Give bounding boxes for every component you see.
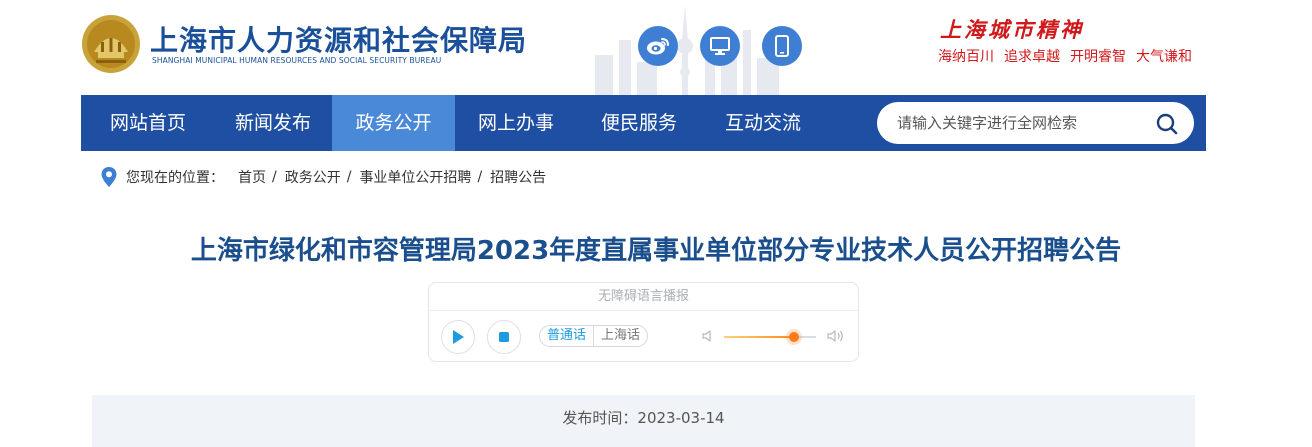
breadcrumb-gov-affairs[interactable]: 政务公开 [285,167,341,187]
desktop-icon [710,37,730,55]
article-title: 上海市绿化和市容管理局2023年度直属事业单位部分专业技术人员公开招聘公告 [190,236,1122,266]
weibo-icon [647,38,669,55]
page: 上海市人力资源和社会保障局 SHANGHAI MUNICIPAL HUMAN R… [0,0,1312,447]
site-header: 上海市人力资源和社会保障局 SHANGHAI MUNICIPAL HUMAN R… [0,0,1312,95]
slogan-item: 海纳百川 [938,49,994,65]
search-icon[interactable] [1155,112,1179,136]
lang-shanghainese-option[interactable]: 上海话 [594,326,647,346]
city-spirit-slogans: 海纳百川 追求卓越 开明睿智 大气谦和 [938,46,1202,66]
breadcrumb-recruitment-notice[interactable]: 招聘公告 [490,167,546,187]
slogan-item: 追求卓越 [1004,49,1060,65]
desktop-button[interactable] [700,26,740,66]
weibo-button[interactable] [638,26,678,66]
site-logo-subtitle: SHANGHAI MUNICIPAL HUMAN RESOURCES AND S… [152,56,442,65]
mobile-icon [775,35,789,57]
volume-slider-fill [724,336,794,338]
city-spirit-title: 上海城市精神 [940,17,1084,42]
play-icon [453,330,464,344]
slogan-item: 开明睿智 [1070,49,1126,65]
language-toggle: 普通话 上海话 [539,325,649,347]
breadcrumb-public-recruitment[interactable]: 事业单位公开招聘 [359,167,471,187]
breadcrumb-lead: 您现在的位置： [126,170,224,186]
play-button[interactable] [441,320,475,354]
volume-low-icon[interactable] [701,329,715,343]
search-input[interactable] [897,102,1147,144]
nav-item-convenience[interactable]: 便民服务 [577,95,701,151]
volume-high-icon[interactable] [827,328,845,344]
breadcrumb: 您现在的位置： 首页 / 政务公开 / 事业单位公开招聘 / 招聘公告 [100,165,546,189]
nav-item-news[interactable]: 新闻发布 [211,95,335,151]
nav-item-interaction[interactable]: 互动交流 [701,95,825,151]
volume-slider[interactable] [724,332,816,342]
breadcrumb-separator: / [272,169,277,185]
stop-button[interactable] [487,320,521,354]
slogan-item: 大气谦和 [1136,49,1192,65]
nav-item-gov-affairs[interactable]: 政务公开 [332,95,455,151]
lang-mandarin-option[interactable]: 普通话 [540,326,595,346]
breadcrumb-separator: / [477,169,483,185]
bureau-emblem-icon [82,15,140,73]
publish-date: 发布时间：2023-03-14 [92,395,1195,447]
main-nav: 网站首页 新闻发布 政务公开 网上办事 便民服务 互动交流 [81,95,1206,151]
player-header: 无障碍语言播报 [429,283,858,311]
nav-item-online-services[interactable]: 网上办事 [455,95,577,151]
search-box [877,102,1194,144]
mobile-button[interactable] [762,26,802,66]
location-pin-icon [101,167,117,187]
volume-slider-knob[interactable] [788,332,799,342]
accessibility-audio-player: 无障碍语言播报 普通话 上海话 [428,282,859,362]
breadcrumb-home[interactable]: 首页 [238,167,266,187]
stop-icon [499,332,509,342]
nav-item-home[interactable]: 网站首页 [81,95,215,151]
site-logo-title: 上海市人力资源和社会保障局 [150,24,528,57]
breadcrumb-separator: / [346,169,352,185]
